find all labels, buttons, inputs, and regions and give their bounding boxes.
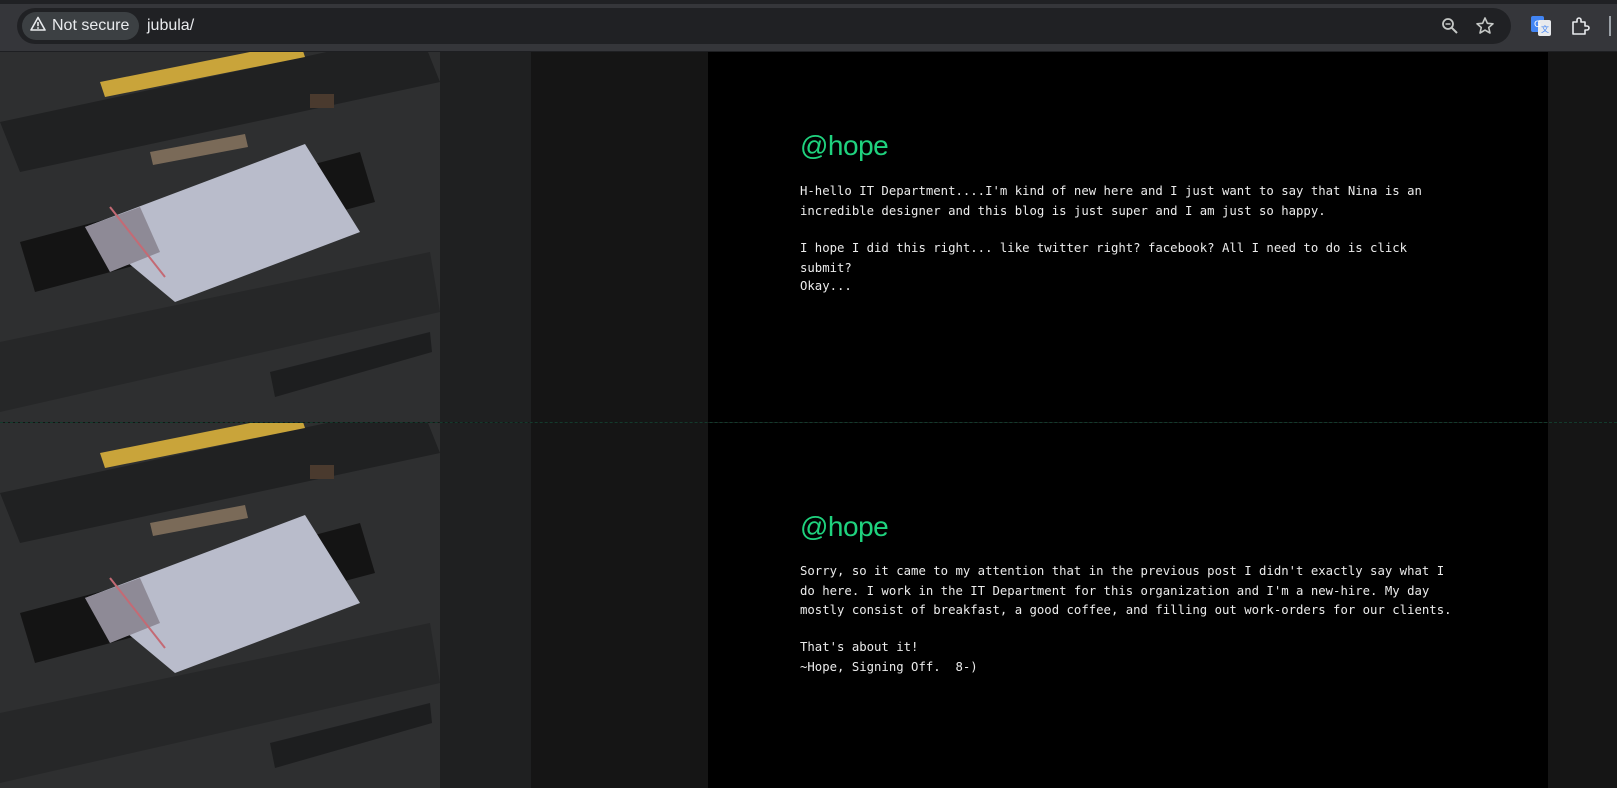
warning-icon bbox=[30, 16, 46, 37]
translate-icon[interactable]: G文 bbox=[1529, 14, 1553, 38]
bookmark-star-icon[interactable] bbox=[1473, 14, 1497, 38]
svg-text:G: G bbox=[1534, 20, 1541, 30]
post-paragraph: H-hello IT Department....I'm kind of new… bbox=[800, 184, 1430, 218]
post-paragraph: I hope I did this right... like twitter … bbox=[800, 241, 1415, 275]
blog-post: @hope H-hello IT Department....I'm kind … bbox=[0, 52, 1617, 422]
right-gutter bbox=[1548, 423, 1617, 788]
post-paragraph: Sorry, so it came to my attention that i… bbox=[800, 564, 1452, 617]
zoom-icon[interactable] bbox=[1438, 14, 1462, 38]
post-content: @hope H-hello IT Department....I'm kind … bbox=[708, 52, 1548, 422]
blog-post: @hope Sorry, so it came to my attention … bbox=[0, 422, 1617, 788]
right-gutter bbox=[1548, 52, 1617, 422]
post-author-handle[interactable]: @hope bbox=[800, 511, 889, 543]
toolbar-divider bbox=[1609, 16, 1611, 36]
browser-toolbar: Not secure jubula/ G文 bbox=[0, 0, 1617, 52]
security-chip[interactable]: Not secure bbox=[22, 12, 140, 40]
mailbox-photo bbox=[0, 52, 531, 422]
url-text[interactable]: jubula/ bbox=[147, 8, 194, 44]
address-bar[interactable]: Not secure jubula/ bbox=[17, 8, 1511, 44]
post-author-handle[interactable]: @hope bbox=[800, 130, 889, 162]
post-paragraph: Okay... bbox=[800, 279, 852, 293]
svg-text:文: 文 bbox=[1541, 24, 1549, 34]
security-label: Not secure bbox=[52, 17, 130, 34]
post-content: @hope Sorry, so it came to my attention … bbox=[708, 423, 1548, 788]
blog-page: @hope H-hello IT Department....I'm kind … bbox=[0, 52, 1617, 788]
extensions-icon[interactable] bbox=[1568, 14, 1592, 38]
post-paragraph: That's about it! ~Hope, Signing Off. 8-) bbox=[800, 640, 978, 674]
tab-strip bbox=[0, 0, 1617, 4]
left-gutter bbox=[531, 423, 708, 788]
mailbox-photo bbox=[0, 423, 531, 788]
left-gutter bbox=[531, 52, 708, 422]
